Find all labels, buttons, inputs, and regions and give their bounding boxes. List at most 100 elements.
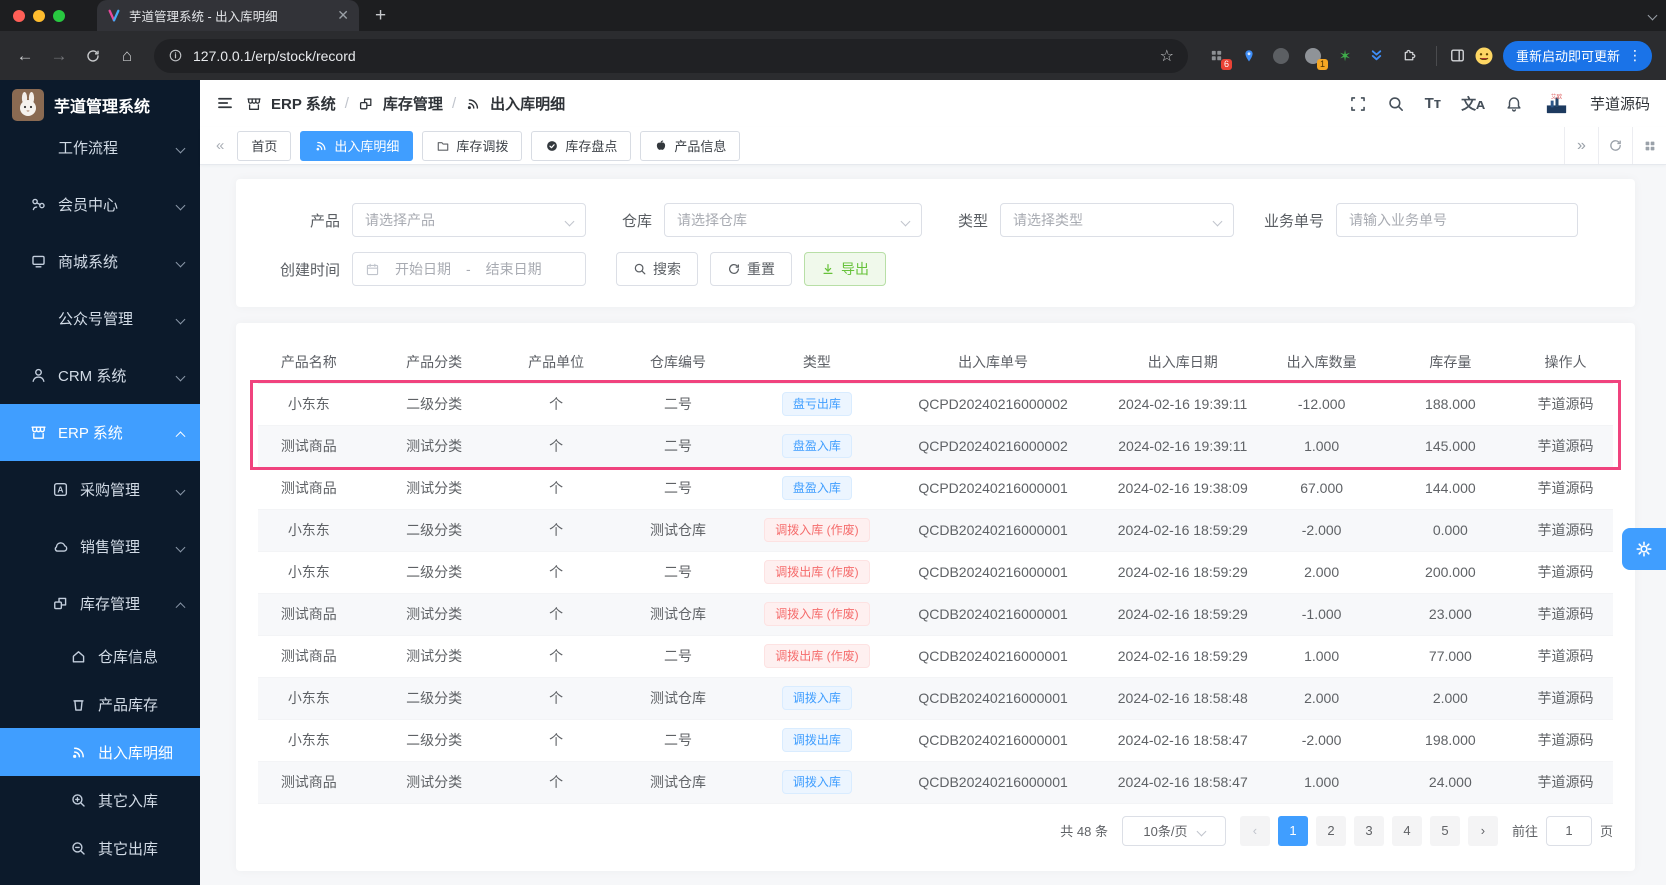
profile-avatar-icon[interactable]: [1473, 45, 1495, 67]
bookmark-star-icon[interactable]: ☆: [1160, 46, 1174, 66]
sidebar-item-other-out[interactable]: 其它出库: [0, 824, 200, 872]
side-panel-icon[interactable]: [1447, 45, 1469, 67]
table-row[interactable]: 小东东 二级分类 个 二号 调拨出库 QCDB20240216000001 20…: [258, 719, 1613, 761]
table-row[interactable]: 测试商品 测试分类 个 二号 调拨出库 (作废) QCDB20240216000…: [258, 635, 1613, 677]
extension-pin-icon[interactable]: [1238, 45, 1260, 67]
tabs-scroll-right-icon[interactable]: »: [1564, 127, 1598, 164]
sidebar-item-stock-move[interactable]: 库存调拨: [0, 872, 200, 885]
sidebar-item-stock[interactable]: 库存管理: [0, 575, 200, 632]
warehouse-select[interactable]: 请选择仓库: [664, 203, 922, 237]
table-row[interactable]: 小东东 二级分类 个 测试仓库 调拨入库 (作废) QCDB2024021600…: [258, 509, 1613, 551]
sidebar-item-crm[interactable]: CRM 系统: [0, 347, 200, 404]
page-size-select[interactable]: 10条/页: [1122, 816, 1226, 846]
tabs-scroll-left-icon[interactable]: «: [212, 137, 228, 154]
cell-date: 2024-02-16 19:39:11: [1105, 383, 1261, 425]
sidebar-collapse-icon[interactable]: [216, 94, 234, 112]
extension-grid-icon[interactable]: 6: [1206, 45, 1228, 67]
zoom-out-icon: [70, 840, 87, 857]
table-row[interactable]: 测试商品 测试分类 个 二号 盘盈入库 QCPD20240216000001 2…: [258, 467, 1613, 509]
next-page-button[interactable]: ›: [1468, 816, 1498, 846]
product-select[interactable]: 请选择产品: [352, 203, 586, 237]
toolbar-divider: [1436, 46, 1437, 66]
cell-stock: 144.000: [1383, 467, 1519, 509]
table-row[interactable]: 小东东 二级分类 个 测试仓库 调拨入库 QCDB20240216000001 …: [258, 677, 1613, 719]
sidebar-item-mall[interactable]: 商城系统: [0, 233, 200, 290]
end-date-placeholder[interactable]: 结束日期: [479, 259, 549, 279]
date-range-picker[interactable]: 开始日期 - 结束日期: [352, 252, 586, 286]
goto-page-input[interactable]: [1546, 816, 1592, 846]
tab-stock-move[interactable]: 库存调拨: [422, 131, 522, 161]
sidebar-item-mp[interactable]: 公众号管理: [0, 290, 200, 347]
tab-stock-record[interactable]: 出入库明细: [300, 131, 413, 161]
page-buttons: ‹ 1 2 3 4 5 ›: [1240, 816, 1498, 846]
search-button[interactable]: 搜索: [616, 252, 698, 286]
reset-button[interactable]: 重置: [710, 252, 792, 286]
tab-home[interactable]: 首页: [237, 131, 291, 161]
table-row[interactable]: 测试商品 测试分类 个 测试仓库 调拨入库 (作废) QCDB202402160…: [258, 593, 1613, 635]
breadcrumb-erp[interactable]: ERP 系统: [271, 93, 336, 114]
sidebar-item-sales[interactable]: 销售管理: [0, 518, 200, 575]
browser-menu-icon[interactable]: ⋮: [1628, 47, 1642, 64]
breadcrumb-stock[interactable]: 库存管理: [383, 93, 443, 114]
reload-button[interactable]: [78, 46, 108, 66]
window-zoom-button[interactable]: [53, 10, 65, 22]
extensions-puzzle-icon[interactable]: [1398, 45, 1420, 67]
page-button-5[interactable]: 5: [1430, 816, 1460, 846]
app-header: ERP 系统 / 库存管理 / 出入库明细 Tᴛ 文ᴀ 芋道源码: [200, 80, 1666, 127]
bizno-input[interactable]: [1349, 212, 1565, 228]
sidebar-item-member[interactable]: 会员中心: [0, 176, 200, 233]
main-area: ERP 系统 / 库存管理 / 出入库明细 Tᴛ 文ᴀ 芋道源码 « 首页: [200, 80, 1666, 885]
window-minimize-button[interactable]: [33, 10, 45, 22]
cell-quantity: -2.000: [1261, 719, 1383, 761]
start-date-placeholder[interactable]: 开始日期: [388, 259, 458, 279]
sidebar-item-stock-record[interactable]: 出入库明细: [0, 728, 200, 776]
export-button[interactable]: 导出: [804, 252, 886, 286]
sidebar-item-other-in[interactable]: 其它入库: [0, 776, 200, 824]
tab-close-icon[interactable]: ✕: [337, 7, 349, 24]
page-button-2[interactable]: 2: [1316, 816, 1346, 846]
prev-page-button[interactable]: ‹: [1240, 816, 1270, 846]
cell-warehouse: 测试仓库: [604, 593, 753, 635]
sidebar-item-warehouse-info[interactable]: 仓库信息: [0, 632, 200, 680]
tab-stock-check[interactable]: 库存盘点: [531, 131, 631, 161]
page-button-3[interactable]: 3: [1354, 816, 1384, 846]
table-row[interactable]: 测试商品 测试分类 个 二号 盘盈入库 QCPD20240216000002 2…: [258, 425, 1613, 467]
browser-tab[interactable]: 芋道管理系统 - 出入库明细 ✕: [97, 0, 359, 31]
back-button[interactable]: ←: [10, 46, 40, 66]
user-avatar[interactable]: [1543, 90, 1570, 117]
forward-button[interactable]: →: [44, 46, 74, 66]
tab-search-icon[interactable]: [1649, 6, 1656, 24]
extension-circle-icon[interactable]: 1: [1302, 45, 1324, 67]
extension-dark-icon[interactable]: [1270, 45, 1292, 67]
cell-type: 调拨入库 (作废): [753, 593, 882, 635]
cell-type: 调拨出库 (作废): [753, 551, 882, 593]
extension-chevrons-icon[interactable]: [1366, 45, 1388, 67]
sidebar-item-product-stock[interactable]: 产品库存: [0, 680, 200, 728]
sidebar-item-erp[interactable]: ERP 系统: [0, 404, 200, 461]
cell-product-name: 小东东: [258, 719, 360, 761]
refresh-icon[interactable]: [1598, 127, 1632, 164]
window-close-button[interactable]: [13, 10, 25, 22]
table-row[interactable]: 小东东 二级分类 个 二号 调拨出库 (作废) QCDB202402160000…: [258, 551, 1613, 593]
font-size-icon[interactable]: Tᴛ: [1425, 95, 1442, 112]
extension-star-icon[interactable]: ✶: [1334, 45, 1356, 67]
table-row[interactable]: 小东东 二级分类 个 二号 盘亏出库 QCPD20240216000002 20…: [258, 383, 1613, 425]
type-select[interactable]: 请选择类型: [1000, 203, 1234, 237]
username[interactable]: 芋道源码: [1590, 93, 1650, 114]
tab-product-info[interactable]: 产品信息: [640, 131, 740, 161]
bell-icon[interactable]: [1505, 95, 1523, 113]
settings-float-button[interactable]: [1622, 528, 1666, 570]
page-button-1[interactable]: 1: [1278, 816, 1308, 846]
new-tab-button[interactable]: +: [375, 5, 386, 27]
browser-update-button[interactable]: 重新启动即可更新 ⋮: [1503, 41, 1652, 71]
table-row[interactable]: 测试商品 测试分类 个 测试仓库 调拨入库 QCDB20240216000001…: [258, 761, 1613, 803]
layout-grid-icon[interactable]: [1632, 127, 1666, 164]
search-icon[interactable]: [1387, 95, 1405, 113]
language-icon[interactable]: 文ᴀ: [1461, 93, 1485, 114]
address-bar[interactable]: 127.0.0.1/erp/stock/record ☆: [154, 39, 1188, 73]
site-info-icon[interactable]: [168, 48, 183, 63]
fullscreen-icon[interactable]: [1349, 95, 1367, 113]
home-button[interactable]: ⌂: [112, 46, 142, 66]
page-button-4[interactable]: 4: [1392, 816, 1422, 846]
sidebar-item-purchase[interactable]: 采购管理: [0, 461, 200, 518]
